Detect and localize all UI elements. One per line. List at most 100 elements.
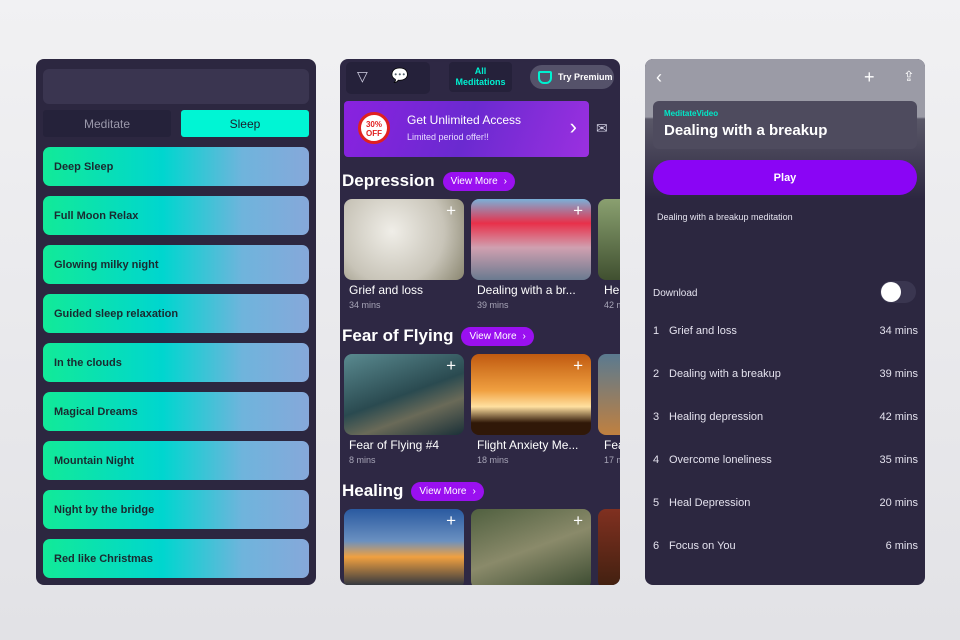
track-duration: 39 mins xyxy=(879,368,918,380)
card-image[interactable] xyxy=(598,354,620,435)
track-title: Grief and loss xyxy=(669,325,737,337)
track-row[interactable]: 3 Healing depression 42 mins xyxy=(653,411,918,423)
section-header: Healing View More › xyxy=(342,481,484,501)
track-number: 6 xyxy=(653,540,660,552)
mail-icon[interactable]: ✉ xyxy=(596,120,608,137)
detail-screen: ‹ + ⇪ MeditateVideo Dealing with a break… xyxy=(645,59,925,585)
track-number: 4 xyxy=(653,454,660,466)
list-item[interactable]: Full Moon Relax xyxy=(43,196,309,235)
section-title: Healing xyxy=(342,481,404,500)
track-row[interactable]: 2 Dealing with a breakup 39 mins xyxy=(653,368,918,380)
track-title: Focus on You xyxy=(669,540,736,552)
section-header: Depression View More › xyxy=(342,171,515,191)
banner-title: Get Unlimited Access xyxy=(407,113,522,127)
track-duration: 20 mins xyxy=(879,497,918,509)
track-title: Heal Depression xyxy=(669,497,751,509)
description: Dealing with a breakup meditation xyxy=(657,212,793,222)
track-number: 5 xyxy=(653,497,660,509)
add-icon[interactable]: + xyxy=(573,356,583,376)
card-image[interactable]: + xyxy=(344,509,464,585)
track-number: 3 xyxy=(653,411,660,423)
card-duration: 17 m xyxy=(604,455,620,465)
list-item[interactable]: Mountain Night xyxy=(43,441,309,480)
add-icon[interactable]: + xyxy=(864,67,875,88)
banner-subtitle: Limited period offer!! xyxy=(407,132,489,142)
try-premium-button[interactable]: Try Premium xyxy=(530,65,614,89)
card-image[interactable]: + xyxy=(471,199,591,280)
track-number: 2 xyxy=(653,368,660,380)
list-item[interactable]: Night by the bridge xyxy=(43,490,309,529)
list-item[interactable]: In the clouds xyxy=(43,343,309,382)
list-item[interactable]: Magical Dreams xyxy=(43,392,309,431)
all-meditations-tab[interactable]: All Meditations xyxy=(449,62,512,92)
add-icon[interactable]: + xyxy=(573,511,583,531)
sleep-screen: Meditate Sleep Deep Sleep Full Moon Rela… xyxy=(36,59,316,585)
card-duration: 8 mins xyxy=(349,455,376,465)
card-image[interactable]: + xyxy=(471,509,591,585)
shield-icon xyxy=(538,70,552,84)
card-title: Fea xyxy=(604,438,620,452)
try-premium-label: Try Premium xyxy=(558,72,613,82)
view-more-label: View More xyxy=(450,175,498,187)
discount-badge: 30% OFF xyxy=(358,112,390,144)
track-duration: 6 mins xyxy=(885,540,918,552)
card-title: Flight Anxiety Me... xyxy=(477,438,579,452)
share-icon[interactable]: ⇪ xyxy=(903,68,915,85)
chevron-right-icon: › xyxy=(569,114,577,139)
card-duration: 34 mins xyxy=(349,300,381,310)
track-row[interactable]: 1 Grief and loss 34 mins xyxy=(653,325,918,337)
track-row[interactable]: 5 Heal Depression 20 mins xyxy=(653,497,918,509)
filter-icon[interactable]: ▽ xyxy=(357,68,368,85)
add-icon[interactable]: + xyxy=(446,511,456,531)
view-more-button[interactable]: View More › xyxy=(411,481,484,501)
card-title: He xyxy=(604,283,620,297)
category-label: MeditateVideo xyxy=(664,109,719,118)
card-image[interactable]: + xyxy=(344,354,464,435)
view-more-button[interactable]: View More › xyxy=(461,326,534,346)
card-title: Dealing with a br... xyxy=(477,283,576,297)
card-image[interactable]: + xyxy=(344,199,464,280)
view-more-label: View More xyxy=(469,330,517,342)
view-more-label: View More xyxy=(419,485,467,497)
card-title: Fear of Flying #4 xyxy=(349,438,440,452)
card-image[interactable] xyxy=(598,199,620,280)
section-title: Fear of Flying xyxy=(342,326,454,345)
card-image[interactable]: + xyxy=(471,354,591,435)
section-header: Fear of Flying View More › xyxy=(342,326,534,346)
tab-meditate[interactable]: Meditate xyxy=(43,110,171,137)
add-icon[interactable]: + xyxy=(446,201,456,221)
promo-banner[interactable]: 30% OFF Get Unlimited Access Limited per… xyxy=(344,101,589,157)
card-image[interactable] xyxy=(598,509,620,585)
view-more-button[interactable]: View More › xyxy=(442,171,515,191)
track-row[interactable]: 6 Focus on You 6 mins xyxy=(653,540,918,552)
download-label: Download xyxy=(653,288,698,299)
track-duration: 34 mins xyxy=(879,325,918,337)
browse-screen: ▽ 💬 All Meditations Try Premium 30% OFF … xyxy=(340,59,620,585)
track-number: 1 xyxy=(653,325,660,337)
list-item[interactable]: Guided sleep relaxation xyxy=(43,294,309,333)
list-item[interactable]: Red like Christmas xyxy=(43,539,309,578)
track-title: Dealing with a breakup xyxy=(669,368,781,380)
card-duration: 42 m xyxy=(604,300,620,310)
card-title: Grief and loss xyxy=(349,283,424,297)
card-duration: 39 mins xyxy=(477,300,509,310)
section-title: Depression xyxy=(342,171,435,190)
track-title: Overcome loneliness xyxy=(669,454,772,466)
play-button[interactable]: Play xyxy=(653,160,917,195)
download-toggle[interactable] xyxy=(880,281,916,303)
track-duration: 35 mins xyxy=(879,454,918,466)
chat-icon[interactable]: 💬 xyxy=(391,67,408,84)
list-item[interactable]: Deep Sleep xyxy=(43,147,309,186)
track-row[interactable]: 4 Overcome loneliness 35 mins xyxy=(653,454,918,466)
back-icon[interactable]: ‹ xyxy=(656,67,662,88)
track-title: Healing depression xyxy=(669,411,764,423)
search-bar[interactable] xyxy=(43,69,309,104)
track-duration: 42 mins xyxy=(879,411,918,423)
title-card: MeditateVideo Dealing with a breakup xyxy=(653,101,917,149)
card-duration: 18 mins xyxy=(477,455,509,465)
list-item[interactable]: Glowing milky night xyxy=(43,245,309,284)
add-icon[interactable]: + xyxy=(573,201,583,221)
add-icon[interactable]: + xyxy=(446,356,456,376)
detail-title: Dealing with a breakup xyxy=(664,122,828,139)
tab-sleep[interactable]: Sleep xyxy=(181,110,309,137)
